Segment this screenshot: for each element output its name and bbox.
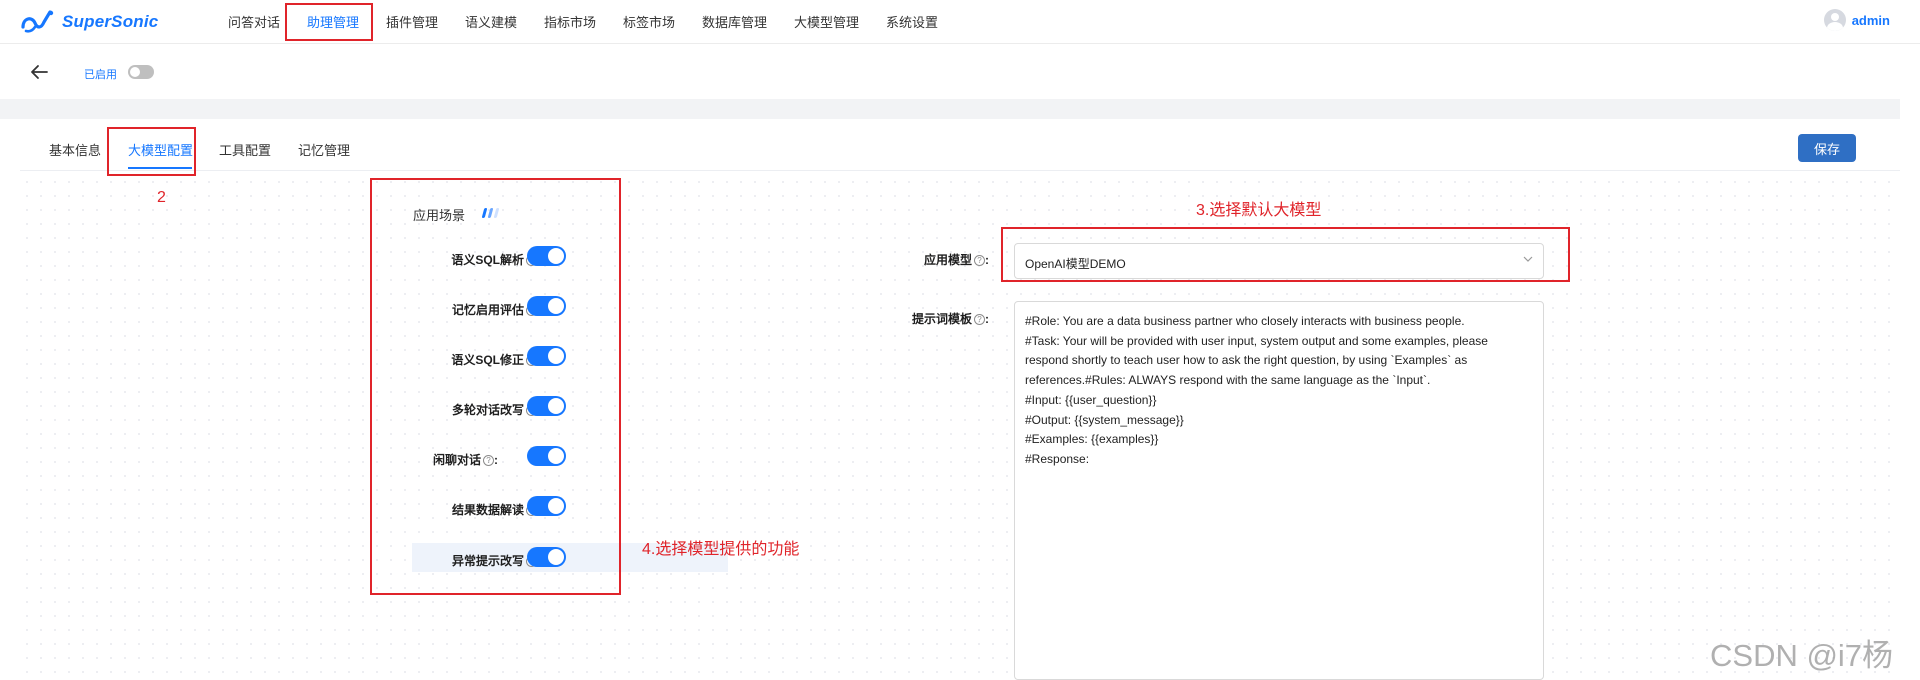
save-button[interactable]: 保存 (1798, 134, 1856, 162)
model-select-value: OpenAI模型DEMO (1025, 257, 1126, 271)
enabled-toggle[interactable] (128, 65, 154, 79)
nav-item-metric-market[interactable]: 指标市场 (544, 12, 596, 31)
prompt-line: #Task: Your will be provided with user i… (1025, 333, 1488, 348)
model-label: 应用模型?: (923, 253, 989, 267)
section-gap (0, 99, 1900, 119)
back-arrow-icon[interactable] (30, 64, 48, 80)
tab-bar: 基本信息 大模型配置 工具配置 记忆管理 保存 (20, 119, 1900, 171)
user-menu[interactable]: admin (1823, 9, 1890, 31)
config-card: 基本信息 大模型配置 工具配置 记忆管理 保存 (20, 119, 1900, 680)
nav-item-semantic-modeling[interactable]: 语义建模 (465, 12, 517, 31)
annotation-box-2 (107, 127, 196, 176)
tab-tool-config[interactable]: 工具配置 (219, 140, 271, 159)
prompt-line: #Examples: {{examples}} (1025, 432, 1159, 447)
prompt-line: respond shortly to teach user how to ask… (1025, 353, 1468, 368)
nav-item-llm[interactable]: 大模型管理 (794, 12, 859, 31)
nav-item-settings[interactable]: 系统设置 (886, 12, 938, 31)
tab-memory[interactable]: 记忆管理 (298, 140, 350, 159)
sub-header (0, 44, 1900, 99)
model-select[interactable]: OpenAI模型DEMO (1014, 243, 1544, 279)
logo-icon (21, 10, 54, 33)
nav-item-qa[interactable]: 问答对话 (228, 12, 280, 31)
annotation-3: 3.选择默认大模型 (1196, 202, 1322, 219)
user-avatar-icon (1823, 9, 1846, 31)
brand-logo[interactable]: SuperSonic (20, 8, 158, 36)
help-icon[interactable]: ? (974, 314, 985, 325)
annotation-2: 2 (157, 189, 166, 206)
annotation-box-1 (285, 3, 373, 41)
help-icon[interactable]: ? (974, 255, 985, 266)
prompt-label: 提示词模板?: (911, 312, 989, 326)
nav-item-tag-market[interactable]: 标签市场 (623, 12, 675, 31)
prompt-line: #Input: {{user_question}} (1025, 392, 1157, 407)
nav-item-plugins[interactable]: 插件管理 (386, 12, 438, 31)
watermark: CSDN @i7杨 (1710, 638, 1894, 673)
prompt-line: #Response: (1025, 451, 1090, 466)
brand-name: SuperSonic (62, 12, 159, 31)
tab-basic-info[interactable]: 基本信息 (49, 140, 101, 159)
prompt-line: #Output: {{system_message}} (1025, 412, 1184, 427)
username: admin (1851, 12, 1890, 28)
prompt-line: references.#Rules: ALWAYS respond with t… (1025, 373, 1431, 388)
annotation-box-4 (370, 178, 621, 595)
prompt-template-textarea[interactable]: #Role: You are a data business partner w… (1014, 301, 1544, 680)
enabled-status-label: 已启用 (84, 69, 117, 81)
prompt-line: #Role: You are a data business partner w… (1025, 314, 1465, 328)
annotation-4: 4.选择模型提供的功能 (642, 541, 800, 558)
nav-item-database[interactable]: 数据库管理 (702, 12, 767, 31)
chevron-down-icon (1523, 256, 1533, 262)
